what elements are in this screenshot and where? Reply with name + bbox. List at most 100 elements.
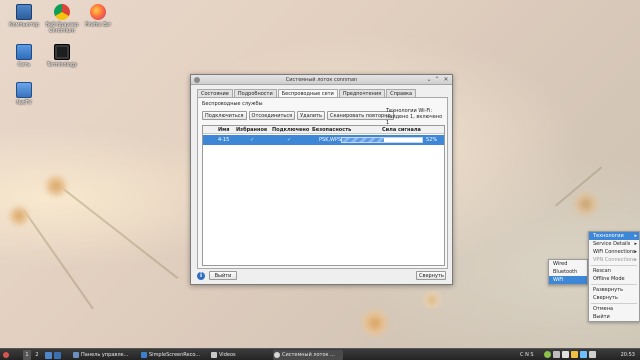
desktop-icon-terminology[interactable]: Terminology	[40, 44, 84, 68]
menu-item-quit[interactable]: Выйти	[589, 313, 639, 321]
action-buttons: Подключиться Отсоединиться Удалить Скани…	[202, 111, 396, 120]
column-header-security[interactable]: Безопасность	[312, 126, 351, 134]
menu-item-cancel[interactable]: Отмена	[589, 305, 639, 313]
desktop-icon-firefox[interactable]: Firefox Esr	[76, 4, 120, 28]
wallpaper-flower	[422, 290, 442, 310]
menu-item-service-details[interactable]: Service Details ▸	[589, 240, 639, 248]
desktop-icon-label: NetTV	[16, 100, 32, 106]
info-icon[interactable]: i	[197, 272, 205, 280]
favorite-check-icon: ✓	[250, 137, 255, 143]
firefox-icon	[90, 4, 106, 20]
menu-item-wired[interactable]: Wired	[549, 260, 587, 268]
column-header-favorite[interactable]: Избранное	[236, 126, 267, 134]
menu-separator	[591, 303, 637, 304]
table-header: Имя Избранное Подключено Безопасность Си…	[203, 126, 444, 134]
task-screen-recorder[interactable]: SimpleScreenReco...	[140, 350, 206, 360]
terminal-icon	[54, 44, 70, 60]
tab-wireless[interactable]: Беспроводные сети	[277, 89, 338, 97]
connman-icon	[274, 352, 280, 358]
minimize-icon[interactable]: ⌄	[425, 76, 433, 84]
battery-icon[interactable]	[562, 351, 569, 358]
column-header-connected[interactable]: Подключено	[272, 126, 309, 134]
workspace-1[interactable]: 1	[23, 350, 31, 360]
task-label: Системный лоток ...	[282, 352, 335, 358]
start-menu-icon	[3, 352, 9, 358]
tray-context-menu: Технологии ▸ Service Details ▸ WiFi Connec…	[588, 231, 640, 322]
menu-item-wifi-connections[interactable]: WiFi Connections ▸	[589, 248, 639, 256]
updates-icon[interactable]	[571, 351, 578, 358]
connman-tray-window: Системный лоток connman ⌄ ⌃ ✕ Состояние …	[190, 74, 453, 285]
wifi-technology-note: Технологии Wi-Fi: найдено 1, включено 1	[386, 108, 443, 126]
wifi-tray-icon[interactable]	[580, 351, 587, 358]
connect-button[interactable]: Подключиться	[202, 111, 247, 120]
column-header-name[interactable]: Имя	[218, 126, 229, 134]
task-videos[interactable]: Videos	[210, 350, 250, 360]
browser-launcher-icon[interactable]	[54, 352, 61, 359]
task-control-panel[interactable]: Панель управле...	[72, 350, 136, 360]
minimize-window-button[interactable]: Свернуть	[416, 271, 446, 280]
tab-preferences[interactable]: Предпочтения	[338, 89, 386, 97]
menu-item-maximize[interactable]: Развернуть	[589, 286, 639, 294]
menu-separator	[591, 284, 637, 285]
tab-help[interactable]: Справка	[386, 89, 417, 97]
wallpaper-stem	[23, 210, 94, 310]
computer-icon	[16, 4, 32, 20]
wireless-services-label: Беспроводные службы	[202, 101, 263, 107]
maximize-icon[interactable]: ⌃	[433, 76, 441, 84]
menu-label: Service Details	[593, 241, 631, 247]
desktop-icon-label: Terminology	[46, 62, 78, 68]
wallpaper-stem	[58, 185, 179, 279]
technologies-submenu: Wired Bluetooth WiFi	[548, 259, 588, 285]
submenu-arrow-icon: ▸	[634, 249, 637, 255]
connected-check-icon: ✓	[287, 137, 292, 143]
signal-percent: 52%	[426, 137, 438, 143]
keyboard-indicators: C N S	[520, 352, 534, 358]
workspace-2[interactable]: 2	[33, 350, 41, 360]
desktop-icon-label: Firefox Esr	[85, 22, 111, 28]
screen-recorder-icon	[141, 352, 147, 358]
remove-button[interactable]: Удалить	[297, 111, 325, 120]
task-connman-tray[interactable]: Системный лоток ...	[273, 350, 343, 360]
menu-item-technologies[interactable]: Технологии ▸	[589, 232, 639, 240]
close-icon[interactable]: ✕	[442, 76, 450, 84]
menu-item-rescan[interactable]: Rescan	[589, 267, 639, 275]
menu-label: WiFi Connections	[593, 249, 636, 255]
start-menu-button[interactable]	[2, 350, 11, 360]
volume-icon[interactable]	[553, 351, 560, 358]
menu-item-wifi[interactable]: WiFi	[549, 276, 587, 284]
file-manager-icon[interactable]	[45, 352, 52, 359]
submenu-arrow-icon: ▸	[634, 241, 637, 247]
window-footer: i Выйти Свернуть	[197, 271, 448, 282]
quick-launch	[45, 350, 69, 360]
desktop-icon-nettv[interactable]: NetTV	[2, 82, 46, 106]
menu-item-vpn-connections: VPN Connections ▸	[589, 256, 639, 264]
cell-name: 4-15	[218, 137, 230, 143]
menu-label: Технологии	[593, 233, 624, 239]
signal-strength-bar	[341, 137, 423, 143]
network-tray-icon[interactable]	[544, 351, 551, 358]
rescan-button[interactable]: Сканировать повторно	[326, 111, 394, 120]
task-label: SimpleScreenReco...	[149, 352, 201, 358]
exit-button[interactable]: Выйти	[209, 271, 237, 280]
submenu-arrow-icon: ▸	[634, 233, 637, 239]
clipboard-icon[interactable]	[589, 351, 596, 358]
task-label: Videos	[219, 352, 236, 358]
disconnect-button[interactable]: Отсоединиться	[248, 111, 296, 120]
menu-item-minimize[interactable]: Свернуть	[589, 294, 639, 302]
tab-details[interactable]: Подробности	[233, 89, 277, 97]
table-row[interactable]: 4-15 ✓ ✓ PSK,WPS 52%	[203, 135, 444, 145]
signal-strength-fill	[342, 138, 384, 142]
column-header-signal[interactable]: Сила сигнала	[382, 126, 421, 134]
menu-item-bluetooth[interactable]: Bluetooth	[549, 268, 587, 276]
window-titlebar[interactable]: Системный лоток connman ⌄ ⌃ ✕	[191, 75, 452, 85]
cell-security: PSK,WPS	[319, 137, 342, 143]
control-panel-icon	[73, 352, 79, 358]
wireless-panel: Беспроводные службы Подключиться Отсоеди…	[197, 97, 448, 269]
tab-bar: Состояние Подробности Беспроводные сети …	[197, 89, 417, 97]
wallpaper-flower	[572, 190, 600, 218]
clock[interactable]: 20:53	[605, 350, 635, 360]
tab-status[interactable]: Состояние	[197, 89, 233, 97]
menu-item-offline-mode[interactable]: Offline Mode	[589, 275, 639, 283]
menu-separator	[591, 265, 637, 266]
submenu-arrow-icon: ▸	[634, 257, 637, 263]
